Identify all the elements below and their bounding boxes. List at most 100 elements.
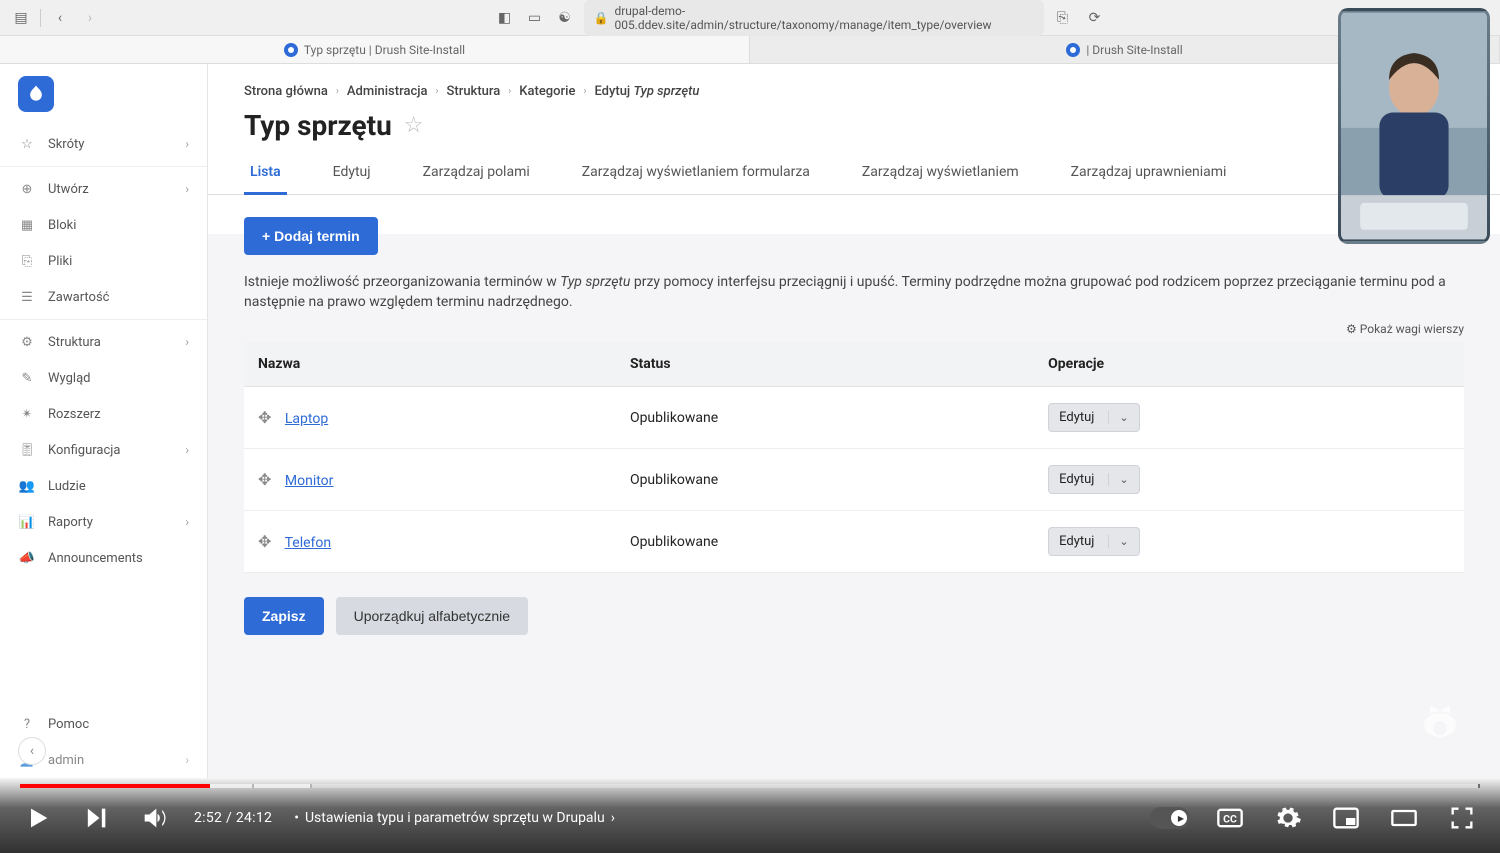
translate-icon[interactable]: ☯: [554, 7, 576, 29]
chart-icon: 📊: [18, 513, 36, 531]
operation-dropdown[interactable]: Edytuj ⌄: [1048, 527, 1140, 556]
miniplayer-button[interactable]: [1328, 800, 1364, 836]
tab-zarzadzaj-polami[interactable]: Zarządzaj polami: [417, 154, 536, 194]
crumb[interactable]: Strona główna: [244, 84, 328, 99]
lock-icon: 🔒: [594, 11, 609, 25]
term-link[interactable]: Monitor: [285, 473, 334, 489]
drag-handle-icon[interactable]: ✥: [258, 470, 271, 489]
sidebar-item-rozszerz[interactable]: ✴ Rozszerz: [0, 396, 207, 432]
reader-icon[interactable]: ▭: [524, 7, 546, 29]
sidebar-item-ludzie[interactable]: 👥 Ludzie: [0, 468, 207, 504]
sidebar-item-pliki[interactable]: ⎘ Pliki: [0, 243, 207, 279]
add-term-button[interactable]: + Dodaj termin: [244, 217, 378, 255]
table-row: ✥ Monitor Opublikowane Edytuj ⌄: [244, 449, 1464, 511]
term-link[interactable]: Laptop: [285, 411, 328, 427]
sidebar-item-utworz[interactable]: ⊕ Utwórz ›: [0, 171, 207, 207]
sidebar-item-konfiguracja[interactable]: 🎚 Konfiguracja ›: [0, 432, 207, 468]
drupal-logo[interactable]: [18, 76, 54, 112]
chevron-down-icon: ⌄: [1108, 535, 1128, 548]
tab-zarzadzaj-wyswietlaniem[interactable]: Zarządzaj wyświetlaniem: [856, 154, 1025, 194]
sidebar-label: Wygląd: [48, 371, 90, 386]
play-button[interactable]: [20, 800, 56, 836]
browser-tab-label: | Drush Site-Install: [1086, 43, 1182, 57]
clipboard-icon[interactable]: ⎘: [1052, 7, 1074, 29]
chevron-right-icon: ›: [508, 86, 511, 97]
sidebar-item-raporty[interactable]: 📊 Raporty ›: [0, 504, 207, 540]
drag-handle-icon[interactable]: ✥: [258, 408, 271, 427]
sidebar-item-announcements[interactable]: 📣 Announcements: [0, 540, 207, 576]
operation-dropdown[interactable]: Edytuj ⌄: [1048, 465, 1140, 494]
main-content: Strona główna › Administracja › Struktur…: [208, 64, 1500, 778]
shield-icon[interactable]: ◧: [494, 7, 516, 29]
url-bar[interactable]: 🔒 drupal-demo-005.ddev.site/admin/struct…: [584, 0, 1044, 36]
chevron-down-icon: ⌄: [1108, 411, 1128, 424]
autoplay-toggle[interactable]: [1150, 807, 1190, 829]
tab-lista[interactable]: Lista: [244, 154, 287, 195]
blocks-icon: ▦: [18, 216, 36, 234]
crumb[interactable]: Administracja: [347, 84, 428, 99]
term-status: Opublikowane: [616, 387, 1034, 449]
chevron-right-icon: ›: [185, 182, 189, 196]
collapse-sidebar-icon[interactable]: ‹: [18, 737, 46, 765]
chevron-right-icon: ›: [185, 137, 189, 151]
favorite-star-icon[interactable]: ☆: [404, 113, 424, 138]
drupal-icon: [284, 43, 298, 57]
sliders-icon: 🎚: [18, 441, 36, 459]
sidebar-label: Skróty: [48, 137, 84, 152]
megaphone-icon: 📣: [18, 549, 36, 567]
back-icon[interactable]: ‹: [49, 7, 71, 29]
drupal-icon: [1066, 43, 1080, 57]
volume-button[interactable]: [136, 800, 172, 836]
sidebar-label: admin: [48, 753, 84, 768]
sidebar-item-zawartosc[interactable]: ☰ Zawartość: [0, 279, 207, 315]
sidebar-item-bloki[interactable]: ▦ Bloki: [0, 207, 207, 243]
browser-tab-label: Typ sprzętu | Drush Site-Install: [304, 43, 465, 57]
theater-button[interactable]: [1386, 800, 1422, 836]
people-icon: 👥: [18, 477, 36, 495]
sort-alpha-button[interactable]: Uporządkuj alfabetycznie: [336, 597, 528, 635]
channel-watermark-icon[interactable]: [1410, 705, 1470, 753]
tab-edytuj[interactable]: Edytuj: [327, 154, 377, 194]
tab-zarzadzaj-wyswietlaniem-formularza[interactable]: Zarządzaj wyświetlaniem formularza: [576, 154, 816, 194]
brush-icon: ✎: [18, 369, 36, 387]
sidebar-item-skroty[interactable]: ☆ Skróty ›: [0, 126, 207, 162]
video-chapter[interactable]: • Ustawienia typu i parametrów sprzętu w…: [294, 810, 615, 826]
crumb[interactable]: Kategorie: [519, 84, 575, 99]
sidebar-item-struktura[interactable]: ⚙ Struktura ›: [0, 324, 207, 360]
term-status: Opublikowane: [616, 511, 1034, 573]
progress-bar[interactable]: [20, 784, 1480, 788]
save-button[interactable]: Zapisz: [244, 597, 324, 635]
admin-sidebar: ☆ Skróty › ⊕ Utwórz › ▦ Bloki ⎘ Pliki ☰ …: [0, 64, 208, 778]
term-link[interactable]: Telefon: [285, 535, 332, 551]
browser-tab-strip: Typ sprzętu | Drush Site-Install | Drush…: [0, 36, 1500, 64]
reload-icon[interactable]: ⟳: [1084, 7, 1106, 29]
sidebar-label: Announcements: [48, 551, 143, 566]
crumb-current: Edytuj Typ sprzętu: [594, 84, 699, 99]
structure-icon: ⚙: [18, 333, 36, 351]
sidebar-toggle-icon[interactable]: ▤: [10, 7, 32, 29]
url-text: drupal-demo-005.ddev.site/admin/structur…: [614, 4, 1033, 32]
captions-button[interactable]: CC: [1212, 800, 1248, 836]
tab-zarzadzaj-uprawnieniami[interactable]: Zarządzaj uprawnieniami: [1065, 154, 1233, 194]
next-button[interactable]: [78, 800, 114, 836]
sidebar-label: Utwórz: [48, 182, 89, 197]
sidebar-item-wyglad[interactable]: ✎ Wygląd: [0, 360, 207, 396]
term-status: Opublikowane: [616, 449, 1034, 511]
table-row: ✥ Telefon Opublikowane Edytuj ⌄: [244, 511, 1464, 573]
help-icon: ?: [18, 715, 36, 733]
plus-circle-icon: ⊕: [18, 180, 36, 198]
help-text: Istnieje możliwość przeorganizowania ter…: [244, 273, 1464, 312]
fullscreen-button[interactable]: [1444, 800, 1480, 836]
page-title: Typ sprzętu: [244, 109, 392, 142]
operation-dropdown[interactable]: Edytuj ⌄: [1048, 403, 1140, 432]
sidebar-label: Ludzie: [48, 479, 86, 494]
star-icon: ☆: [18, 135, 36, 153]
drag-handle-icon[interactable]: ✥: [258, 532, 271, 551]
show-row-weights-link[interactable]: ⚙ Pokaż wagi wierszy: [244, 322, 1464, 336]
presenter-webcam: [1338, 8, 1490, 244]
settings-button[interactable]: [1270, 800, 1306, 836]
sidebar-label: Zawartość: [48, 290, 109, 305]
crumb[interactable]: Struktura: [447, 84, 501, 99]
video-player-bar: 2:52 / 24:12 • Ustawienia typu i paramet…: [0, 778, 1500, 853]
browser-tab-0[interactable]: Typ sprzętu | Drush Site-Install: [0, 36, 750, 63]
